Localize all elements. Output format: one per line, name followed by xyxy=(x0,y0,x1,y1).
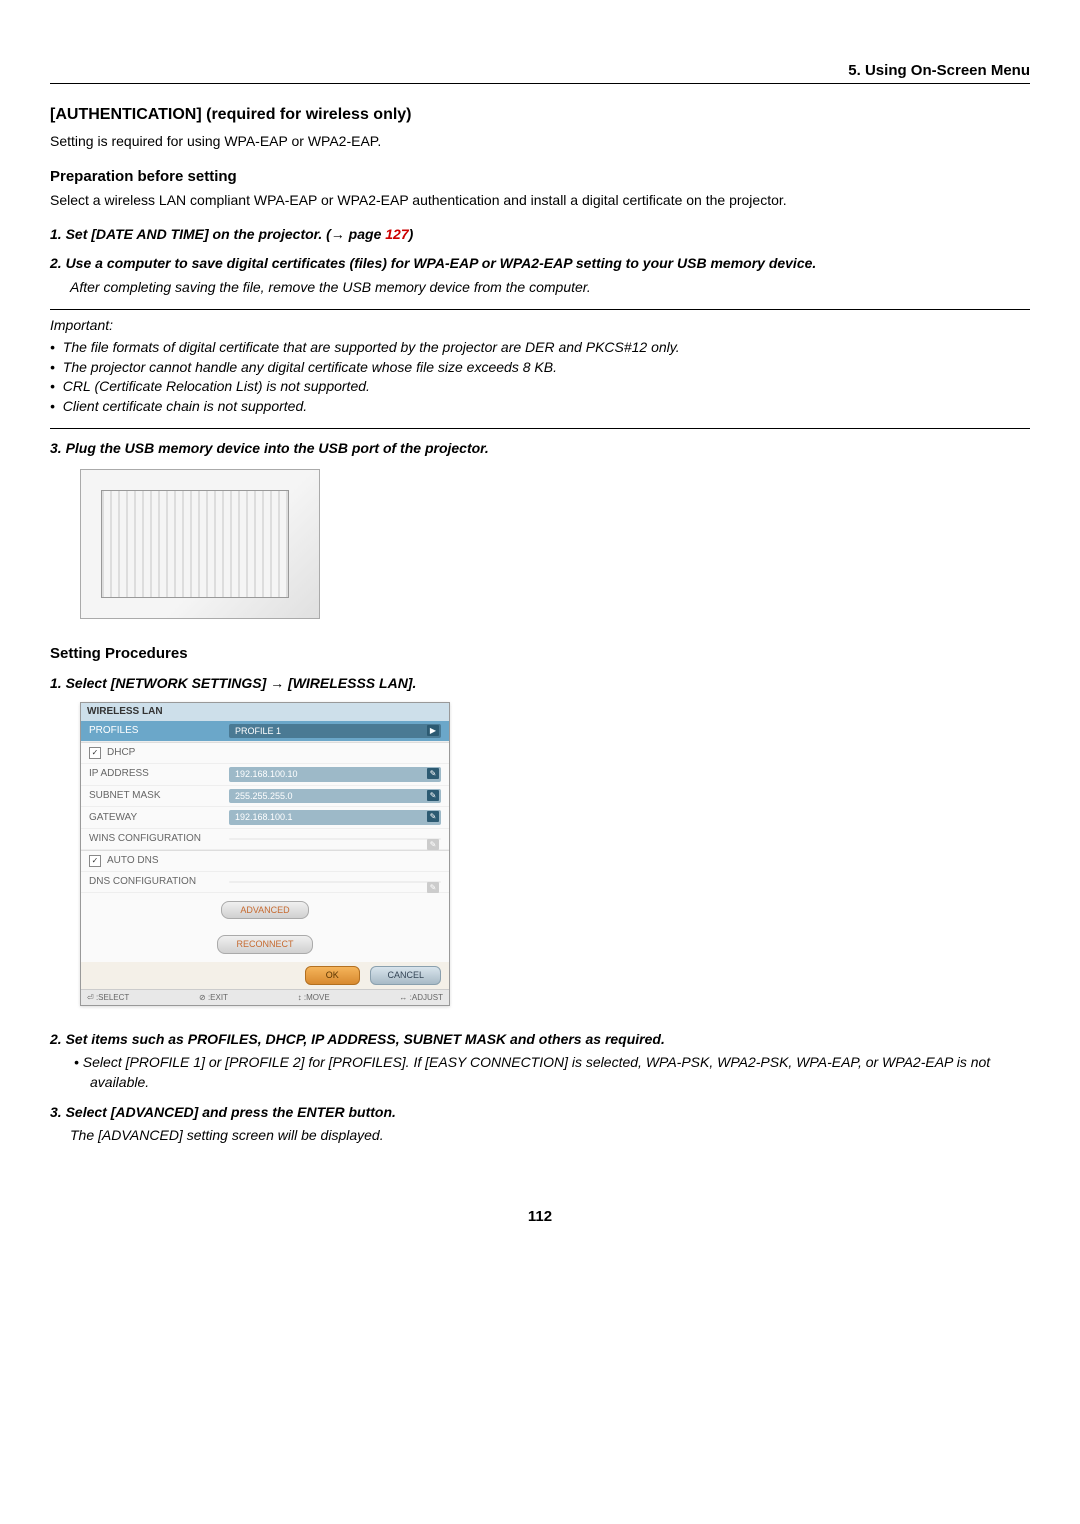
divider-bottom xyxy=(50,428,1030,429)
menu-ip-value[interactable]: 192.168.100.10 ✎ xyxy=(229,767,441,782)
auth-title: [AUTHENTICATION] (required for wireless … xyxy=(50,104,1030,126)
menu-gateway-text: 192.168.100.1 xyxy=(235,812,293,822)
important-b4: Client certificate chain is not supporte… xyxy=(50,397,1030,417)
important-title: Important: xyxy=(50,316,1030,336)
edit-icon[interactable]: ✎ xyxy=(427,882,439,893)
menu-ip-label: IP ADDRESS xyxy=(89,767,229,781)
usb-projector-illustration xyxy=(80,469,320,619)
menu-gateway-value[interactable]: 192.168.100.1 ✎ xyxy=(229,810,441,825)
page-link-127[interactable]: 127 xyxy=(385,226,408,242)
auth-desc: Setting is required for using WPA-EAP or… xyxy=(50,132,1030,152)
important-b1: The file formats of digital certificate … xyxy=(50,338,1030,358)
prep-heading: Preparation before setting xyxy=(50,166,1030,187)
menu-wins-label: WINS CONFIGURATION xyxy=(89,832,229,846)
proc-step-2: 2. Set items such as PROFILES, DHCP, IP … xyxy=(50,1030,1030,1050)
chapter-header: 5. Using On-Screen Menu xyxy=(50,60,1030,84)
proc-step-2-bullet: Select [PROFILE 1] or [PROFILE 2] for [P… xyxy=(50,1053,1030,1092)
footer-select: ⏎ :SELECT xyxy=(87,992,129,1003)
dhcp-checkbox[interactable]: ✓ xyxy=(89,747,101,759)
menu-profiles-text: PROFILE 1 xyxy=(235,726,281,736)
edit-icon[interactable]: ✎ xyxy=(427,768,439,779)
cancel-button[interactable]: CANCEL xyxy=(370,966,441,985)
footer-move: ↕ :MOVE xyxy=(298,992,330,1003)
menu-wins-value[interactable]: ✎ xyxy=(229,838,441,840)
menu-subnet-value[interactable]: 255.255.255.0 ✎ xyxy=(229,789,441,804)
ok-button[interactable]: OK xyxy=(305,966,360,985)
menu-dhcp-label: DHCP xyxy=(107,746,135,760)
divider-top xyxy=(50,309,1030,310)
menu-dns-label: DNS CONFIGURATION xyxy=(89,875,229,889)
menu-profiles-label: PROFILES xyxy=(89,724,229,738)
edit-icon[interactable]: ✎ xyxy=(427,811,439,822)
setting-procedures-heading: Setting Procedures xyxy=(50,643,1030,664)
step-1: 1. Set [DATE AND TIME] on the projector.… xyxy=(50,225,1030,245)
step-3: 3. Plug the USB memory device into the U… xyxy=(50,439,1030,459)
step-1-pre: 1. Set [DATE AND TIME] on the projector.… xyxy=(50,226,385,242)
reconnect-button[interactable]: RECONNECT xyxy=(217,935,312,954)
wireless-lan-menu-screenshot: WIRELESS LAN PROFILES PROFILE 1▶ ✓ DHCP … xyxy=(80,702,450,1006)
step-2: 2. Use a computer to save digital certif… xyxy=(50,254,1030,274)
dropdown-icon[interactable]: ▶ xyxy=(427,725,439,736)
menu-ip-text: 192.168.100.10 xyxy=(235,769,298,779)
edit-icon[interactable]: ✎ xyxy=(427,839,439,850)
footer-exit: ⊘ :EXIT xyxy=(199,992,228,1003)
important-b2: The projector cannot handle any digital … xyxy=(50,358,1030,378)
footer-adjust: ↔ :ADJUST xyxy=(399,992,443,1003)
menu-profiles-value[interactable]: PROFILE 1 ▶ xyxy=(229,724,441,739)
step-1-post: ) xyxy=(409,226,414,242)
menu-subnet-label: SUBNET MASK xyxy=(89,789,229,803)
page-number: 112 xyxy=(50,1206,1030,1227)
autodns-checkbox[interactable]: ✓ xyxy=(89,855,101,867)
menu-gateway-label: GATEWAY xyxy=(89,811,229,825)
menu-autodns-label: AUTO DNS xyxy=(107,854,159,868)
proc-step-1: 1. Select [NETWORK SETTINGS] → [WIRELESS… xyxy=(50,674,1030,694)
menu-title: WIRELESS LAN xyxy=(81,703,449,721)
proc-step-3-note: The [ADVANCED] setting screen will be di… xyxy=(50,1126,1030,1146)
prep-desc: Select a wireless LAN compliant WPA-EAP … xyxy=(50,191,1030,211)
advanced-button[interactable]: ADVANCED xyxy=(221,901,308,920)
proc-step-3: 3. Select [ADVANCED] and press the ENTER… xyxy=(50,1103,1030,1123)
edit-icon[interactable]: ✎ xyxy=(427,790,439,801)
menu-subnet-text: 255.255.255.0 xyxy=(235,791,293,801)
important-b3: CRL (Certificate Relocation List) is not… xyxy=(50,377,1030,397)
step-2-note: After completing saving the file, remove… xyxy=(50,278,1030,298)
menu-dns-value[interactable]: ✎ xyxy=(229,881,441,883)
